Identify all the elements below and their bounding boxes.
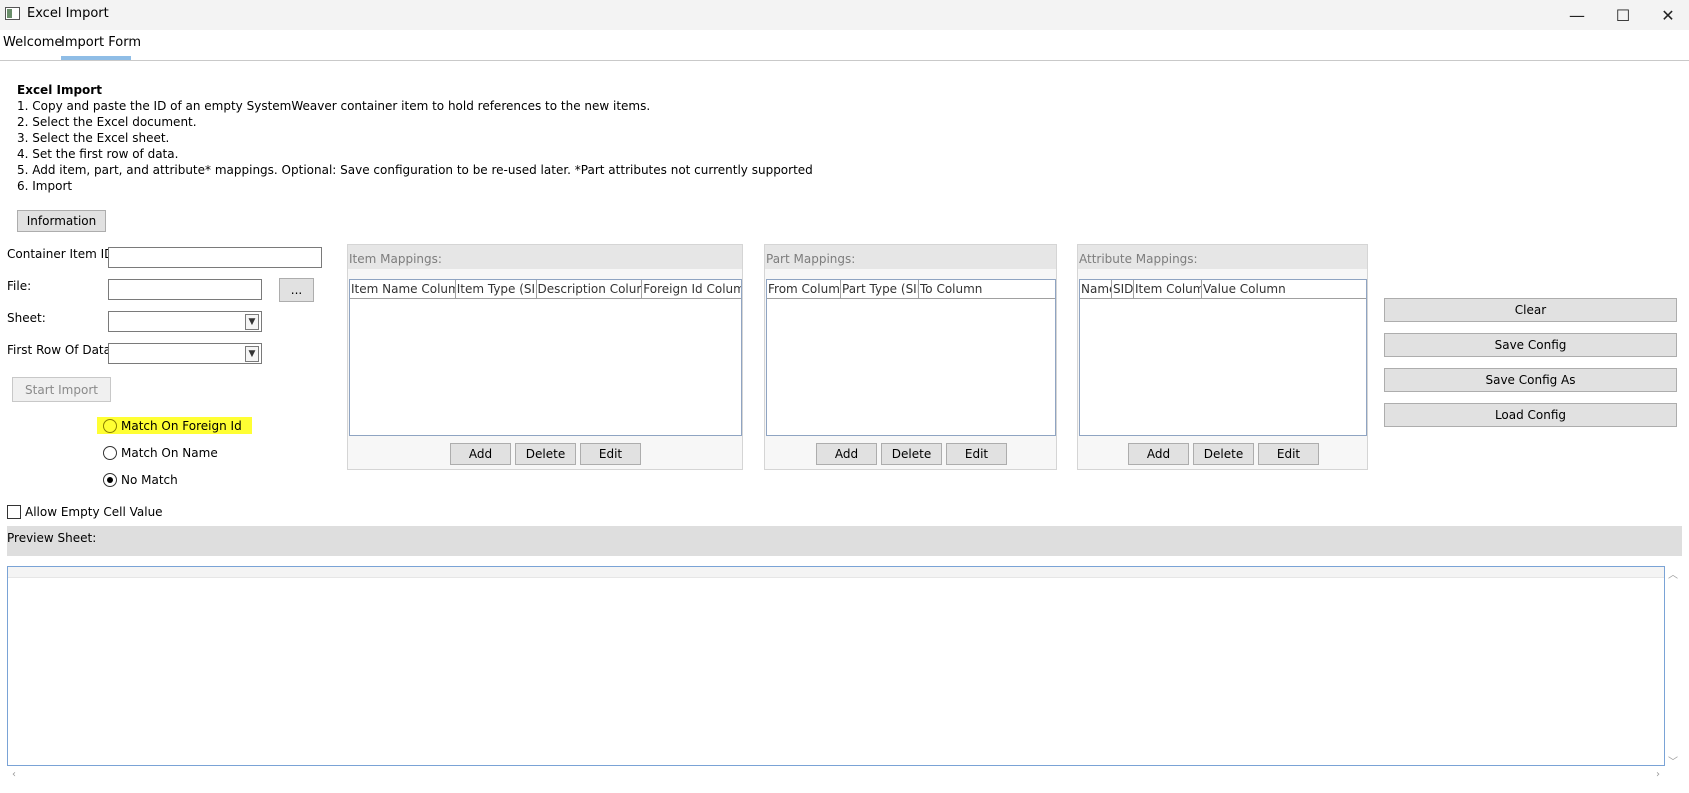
save-config-button[interactable]: Save Config bbox=[1384, 333, 1677, 357]
part-mappings-grid[interactable]: From Column Part Type (SID) To Column bbox=[766, 279, 1056, 436]
start-import-button[interactable]: Start Import bbox=[12, 377, 111, 402]
column-header[interactable]: Item Name Column bbox=[350, 280, 456, 298]
file-input[interactable] bbox=[108, 279, 262, 300]
save-config-as-button[interactable]: Save Config As bbox=[1384, 368, 1677, 392]
grid-header: Name SID Item Column Value Column bbox=[1080, 280, 1366, 299]
column-header[interactable]: Value Column bbox=[1202, 280, 1366, 298]
information-button[interactable]: Information bbox=[17, 210, 106, 232]
attribute-mappings-group: Attribute Mappings: Name SID Item Column… bbox=[1077, 244, 1368, 470]
preview-sheet-grid[interactable] bbox=[7, 566, 1665, 766]
excel-app-icon bbox=[5, 7, 20, 20]
tab-divider bbox=[0, 60, 1689, 61]
window-title: Excel Import bbox=[27, 6, 109, 21]
tab-import-form[interactable]: Import Form bbox=[58, 35, 144, 50]
column-header[interactable]: Item Column bbox=[1134, 280, 1202, 298]
radio-match-foreign-id[interactable] bbox=[103, 419, 117, 433]
item-edit-button[interactable]: Edit bbox=[580, 443, 641, 465]
part-edit-button[interactable]: Edit bbox=[946, 443, 1007, 465]
match-name-label[interactable]: Match On Name bbox=[121, 446, 218, 460]
preview-sheet-label: Preview Sheet: bbox=[7, 531, 97, 545]
attribute-edit-button[interactable]: Edit bbox=[1258, 443, 1319, 465]
item-mappings-group: Item Mappings: Item Name Column Item Typ… bbox=[347, 244, 743, 470]
grid-header: Item Name Column Item Type (SID) Descrip… bbox=[350, 280, 741, 299]
item-add-button[interactable]: Add bbox=[450, 443, 511, 465]
column-header[interactable]: SID bbox=[1112, 280, 1134, 298]
allow-empty-label[interactable]: Allow Empty Cell Value bbox=[25, 505, 163, 519]
maximize-icon[interactable]: ☐ bbox=[1600, 0, 1646, 30]
item-delete-button[interactable]: Delete bbox=[515, 443, 576, 465]
column-header[interactable]: Item Type (SID) bbox=[456, 280, 537, 298]
attribute-mappings-title: Attribute Mappings: bbox=[1078, 245, 1367, 269]
container-item-id-label: Container Item ID: bbox=[7, 247, 118, 261]
grid-header: From Column Part Type (SID) To Column bbox=[767, 280, 1055, 299]
preview-header bbox=[7, 526, 1682, 556]
tab-welcome[interactable]: Welcome bbox=[0, 35, 65, 50]
match-foreign-id-label[interactable]: Match On Foreign Id bbox=[121, 419, 242, 433]
chevron-down-icon[interactable]: ▼ bbox=[245, 314, 259, 330]
first-row-select[interactable]: ▼ bbox=[108, 343, 262, 364]
instruction-line: 2. Select the Excel document. bbox=[17, 115, 197, 129]
column-header[interactable]: From Column bbox=[767, 280, 841, 298]
close-icon[interactable]: ✕ bbox=[1645, 0, 1689, 30]
column-header[interactable]: Part Type (SID) bbox=[841, 280, 919, 298]
item-mappings-title: Item Mappings: bbox=[348, 245, 742, 269]
allow-empty-checkbox[interactable] bbox=[7, 505, 21, 519]
first-row-label: First Row Of Data: bbox=[7, 343, 116, 357]
column-header[interactable]: Name bbox=[1080, 280, 1112, 298]
preview-grid-header bbox=[8, 567, 1664, 578]
radio-match-name[interactable] bbox=[103, 446, 117, 460]
instruction-line: 5. Add item, part, and attribute* mappin… bbox=[17, 163, 813, 177]
part-mappings-title: Part Mappings: bbox=[765, 245, 1056, 269]
minimize-icon[interactable]: — bbox=[1554, 0, 1600, 30]
column-header[interactable]: To Column bbox=[919, 280, 1055, 298]
column-header[interactable]: Description Column bbox=[537, 280, 643, 298]
title-bar bbox=[0, 0, 1689, 30]
instructions-title: Excel Import bbox=[17, 83, 102, 97]
scroll-left-icon[interactable]: ‹ bbox=[12, 769, 16, 780]
scroll-down-icon[interactable]: ﹀ bbox=[1668, 753, 1678, 768]
no-match-label[interactable]: No Match bbox=[121, 473, 178, 487]
radio-no-match[interactable] bbox=[103, 473, 117, 487]
file-label: File: bbox=[7, 279, 32, 293]
instruction-line: 4. Set the first row of data. bbox=[17, 147, 179, 161]
attribute-mappings-grid[interactable]: Name SID Item Column Value Column bbox=[1079, 279, 1367, 436]
load-config-button[interactable]: Load Config bbox=[1384, 403, 1677, 427]
attribute-delete-button[interactable]: Delete bbox=[1193, 443, 1254, 465]
part-add-button[interactable]: Add bbox=[816, 443, 877, 465]
scroll-up-icon[interactable]: ︿ bbox=[1668, 566, 1678, 581]
chevron-down-icon[interactable]: ▼ bbox=[245, 346, 259, 362]
sheet-select[interactable]: ▼ bbox=[108, 311, 262, 332]
browse-file-button[interactable]: ... bbox=[279, 278, 314, 302]
item-mappings-grid[interactable]: Item Name Column Item Type (SID) Descrip… bbox=[349, 279, 742, 436]
part-delete-button[interactable]: Delete bbox=[881, 443, 942, 465]
attribute-add-button[interactable]: Add bbox=[1128, 443, 1189, 465]
part-mappings-group: Part Mappings: From Column Part Type (SI… bbox=[764, 244, 1057, 470]
sheet-label: Sheet: bbox=[7, 311, 46, 325]
instruction-line: 6. Import bbox=[17, 179, 73, 193]
container-item-id-input[interactable] bbox=[108, 247, 322, 268]
instruction-line: 1. Copy and paste the ID of an empty Sys… bbox=[17, 99, 651, 113]
scroll-right-icon[interactable]: › bbox=[1656, 769, 1660, 780]
column-header[interactable]: Foreign Id Column bbox=[642, 280, 741, 298]
instruction-line: 3. Select the Excel sheet. bbox=[17, 131, 170, 145]
clear-button[interactable]: Clear bbox=[1384, 298, 1677, 322]
